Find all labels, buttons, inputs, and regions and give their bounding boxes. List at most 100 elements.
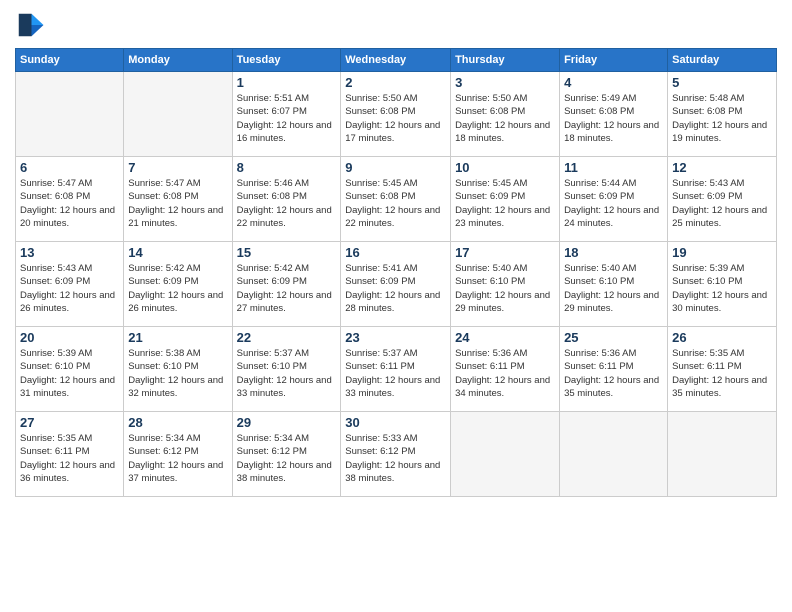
calendar-cell: 13 Sunrise: 5:43 AMSunset: 6:09 PMDayligh… — [16, 242, 124, 327]
day-number: 19 — [672, 245, 772, 260]
calendar-cell: 18 Sunrise: 5:40 AMSunset: 6:10 PMDayligh… — [560, 242, 668, 327]
calendar-cell: 27 Sunrise: 5:35 AMSunset: 6:11 PMDayligh… — [16, 412, 124, 497]
weekday-header: Sunday — [16, 49, 124, 72]
day-number: 17 — [455, 245, 555, 260]
calendar-cell: 10 Sunrise: 5:45 AMSunset: 6:09 PMDayligh… — [451, 157, 560, 242]
calendar-cell: 20 Sunrise: 5:39 AMSunset: 6:10 PMDayligh… — [16, 327, 124, 412]
day-number: 24 — [455, 330, 555, 345]
day-number: 23 — [345, 330, 446, 345]
calendar-cell: 24Sunrise: 5:36 AMSunset: 6:11 PMDayligh… — [451, 327, 560, 412]
weekday-header: Monday — [124, 49, 232, 72]
calendar-cell: 16 Sunrise: 5:41 AMSunset: 6:09 PMDayligh… — [341, 242, 451, 327]
day-number: 1 — [237, 75, 337, 90]
calendar-cell — [451, 412, 560, 497]
day-info: Sunrise: 5:39 AMSunset: 6:10 PMDaylight:… — [20, 347, 119, 400]
calendar-cell: 5 Sunrise: 5:48 AMSunset: 6:08 PMDaylight… — [668, 72, 777, 157]
logo-icon — [15, 10, 45, 40]
day-number: 26 — [672, 330, 772, 345]
day-info: Sunrise: 5:34 AMSunset: 6:12 PMDaylight:… — [237, 432, 337, 485]
day-info: Sunrise: 5:42 AMSunset: 6:09 PMDaylight:… — [128, 262, 227, 315]
day-info: Sunrise: 5:50 AMSunset: 6:08 PMDaylight:… — [345, 92, 446, 145]
day-info: Sunrise: 5:40 AMSunset: 6:10 PMDaylight:… — [564, 262, 663, 315]
day-number: 15 — [237, 245, 337, 260]
day-info: Sunrise: 5:43 AMSunset: 6:09 PMDaylight:… — [20, 262, 119, 315]
page: SundayMondayTuesdayWednesdayThursdayFrid… — [0, 0, 792, 612]
day-number: 2 — [345, 75, 446, 90]
calendar-cell: 3 Sunrise: 5:50 AMSunset: 6:08 PMDaylight… — [451, 72, 560, 157]
calendar-cell: 30 Sunrise: 5:33 AMSunset: 6:12 PMDayligh… — [341, 412, 451, 497]
calendar-cell: 1 Sunrise: 5:51 AMSunset: 6:07 PMDaylight… — [232, 72, 341, 157]
day-info: Sunrise: 5:49 AMSunset: 6:08 PMDaylight:… — [564, 92, 663, 145]
calendar-cell: 19 Sunrise: 5:39 AMSunset: 6:10 PMDayligh… — [668, 242, 777, 327]
calendar-cell: 25 Sunrise: 5:36 AMSunset: 6:11 PMDayligh… — [560, 327, 668, 412]
day-info: Sunrise: 5:36 AMSunset: 6:11 PMDaylight:… — [564, 347, 663, 400]
calendar-cell: 11 Sunrise: 5:44 AMSunset: 6:09 PMDayligh… — [560, 157, 668, 242]
calendar-cell: 12 Sunrise: 5:43 AMSunset: 6:09 PMDayligh… — [668, 157, 777, 242]
day-number: 25 — [564, 330, 663, 345]
day-number: 21 — [128, 330, 227, 345]
day-number: 11 — [564, 160, 663, 175]
calendar-cell: 17Sunrise: 5:40 AMSunset: 6:10 PMDayligh… — [451, 242, 560, 327]
day-number: 9 — [345, 160, 446, 175]
calendar-cell: 7 Sunrise: 5:47 AMSunset: 6:08 PMDaylight… — [124, 157, 232, 242]
calendar-cell: 9 Sunrise: 5:45 AMSunset: 6:08 PMDaylight… — [341, 157, 451, 242]
day-info: Sunrise: 5:41 AMSunset: 6:09 PMDaylight:… — [345, 262, 446, 315]
day-number: 5 — [672, 75, 772, 90]
calendar-cell: 21Sunrise: 5:38 AMSunset: 6:10 PMDayligh… — [124, 327, 232, 412]
calendar-cell: 8 Sunrise: 5:46 AMSunset: 6:08 PMDaylight… — [232, 157, 341, 242]
calendar-cell: 23Sunrise: 5:37 AMSunset: 6:11 PMDayligh… — [341, 327, 451, 412]
day-number: 27 — [20, 415, 119, 430]
day-number: 6 — [20, 160, 119, 175]
day-number: 7 — [128, 160, 227, 175]
day-info: Sunrise: 5:34 AMSunset: 6:12 PMDaylight:… — [128, 432, 227, 485]
header — [15, 10, 777, 40]
day-info: Sunrise: 5:51 AMSunset: 6:07 PMDaylight:… — [237, 92, 337, 145]
day-number: 8 — [237, 160, 337, 175]
day-info: Sunrise: 5:39 AMSunset: 6:10 PMDaylight:… — [672, 262, 772, 315]
day-number: 22 — [237, 330, 337, 345]
calendar-cell — [668, 412, 777, 497]
day-number: 18 — [564, 245, 663, 260]
calendar-cell: 28 Sunrise: 5:34 AMSunset: 6:12 PMDayligh… — [124, 412, 232, 497]
day-number: 12 — [672, 160, 772, 175]
day-info: Sunrise: 5:46 AMSunset: 6:08 PMDaylight:… — [237, 177, 337, 230]
calendar-cell: 15 Sunrise: 5:42 AMSunset: 6:09 PMDayligh… — [232, 242, 341, 327]
weekday-header: Wednesday — [341, 49, 451, 72]
day-info: Sunrise: 5:37 AMSunset: 6:10 PMDaylight:… — [237, 347, 337, 400]
calendar-cell: 22 Sunrise: 5:37 AMSunset: 6:10 PMDayligh… — [232, 327, 341, 412]
day-number: 29 — [237, 415, 337, 430]
calendar-cell — [124, 72, 232, 157]
day-number: 20 — [20, 330, 119, 345]
day-info: Sunrise: 5:45 AMSunset: 6:08 PMDaylight:… — [345, 177, 446, 230]
day-number: 30 — [345, 415, 446, 430]
day-number: 28 — [128, 415, 227, 430]
day-number: 10 — [455, 160, 555, 175]
calendar-cell: 14Sunrise: 5:42 AMSunset: 6:09 PMDayligh… — [124, 242, 232, 327]
day-info: Sunrise: 5:43 AMSunset: 6:09 PMDaylight:… — [672, 177, 772, 230]
day-info: Sunrise: 5:44 AMSunset: 6:09 PMDaylight:… — [564, 177, 663, 230]
day-info: Sunrise: 5:35 AMSunset: 6:11 PMDaylight:… — [672, 347, 772, 400]
logo-area — [15, 10, 49, 40]
calendar-cell: 4Sunrise: 5:49 AMSunset: 6:08 PMDaylight… — [560, 72, 668, 157]
day-info: Sunrise: 5:33 AMSunset: 6:12 PMDaylight:… — [345, 432, 446, 485]
day-info: Sunrise: 5:47 AMSunset: 6:08 PMDaylight:… — [20, 177, 119, 230]
calendar-cell: 26 Sunrise: 5:35 AMSunset: 6:11 PMDayligh… — [668, 327, 777, 412]
day-number: 13 — [20, 245, 119, 260]
day-info: Sunrise: 5:42 AMSunset: 6:09 PMDaylight:… — [237, 262, 337, 315]
weekday-header: Saturday — [668, 49, 777, 72]
calendar: SundayMondayTuesdayWednesdayThursdayFrid… — [15, 48, 777, 497]
calendar-cell: 6 Sunrise: 5:47 AMSunset: 6:08 PMDaylight… — [16, 157, 124, 242]
day-info: Sunrise: 5:45 AMSunset: 6:09 PMDaylight:… — [455, 177, 555, 230]
day-info: Sunrise: 5:50 AMSunset: 6:08 PMDaylight:… — [455, 92, 555, 145]
calendar-cell — [16, 72, 124, 157]
day-info: Sunrise: 5:48 AMSunset: 6:08 PMDaylight:… — [672, 92, 772, 145]
calendar-cell — [560, 412, 668, 497]
weekday-header: Thursday — [451, 49, 560, 72]
calendar-cell: 2 Sunrise: 5:50 AMSunset: 6:08 PMDaylight… — [341, 72, 451, 157]
calendar-cell: 29 Sunrise: 5:34 AMSunset: 6:12 PMDayligh… — [232, 412, 341, 497]
day-info: Sunrise: 5:47 AMSunset: 6:08 PMDaylight:… — [128, 177, 227, 230]
day-number: 3 — [455, 75, 555, 90]
weekday-header: Tuesday — [232, 49, 341, 72]
day-info: Sunrise: 5:35 AMSunset: 6:11 PMDaylight:… — [20, 432, 119, 485]
day-number: 16 — [345, 245, 446, 260]
